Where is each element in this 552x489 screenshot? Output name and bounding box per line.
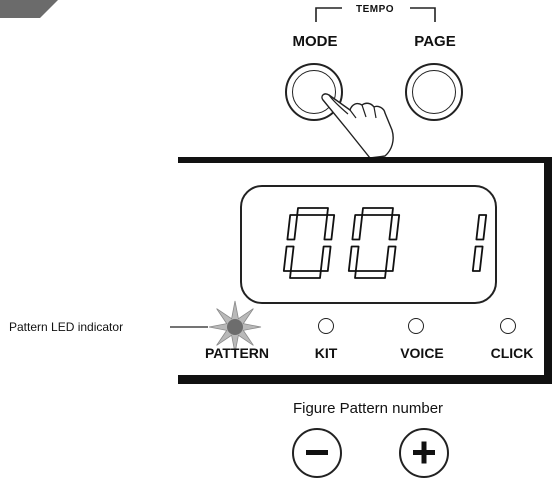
indicator-pattern-label: PATTERN: [204, 345, 270, 361]
kit-led: [318, 318, 334, 334]
indicator-click-label: CLICK: [490, 345, 534, 361]
pattern-led-annotation: Pattern LED indicator: [9, 320, 124, 334]
click-led: [500, 318, 516, 334]
indicator-voice-label: VOICE: [400, 345, 444, 361]
plus-icon: [413, 441, 435, 464]
indicator-kit-label: KIT: [314, 345, 338, 361]
minus-icon: [306, 450, 328, 455]
minus-button[interactable]: [292, 428, 342, 478]
figure-caption: Figure Pattern number: [292, 400, 444, 417]
voice-led: [408, 318, 424, 334]
plus-button[interactable]: [399, 428, 449, 478]
